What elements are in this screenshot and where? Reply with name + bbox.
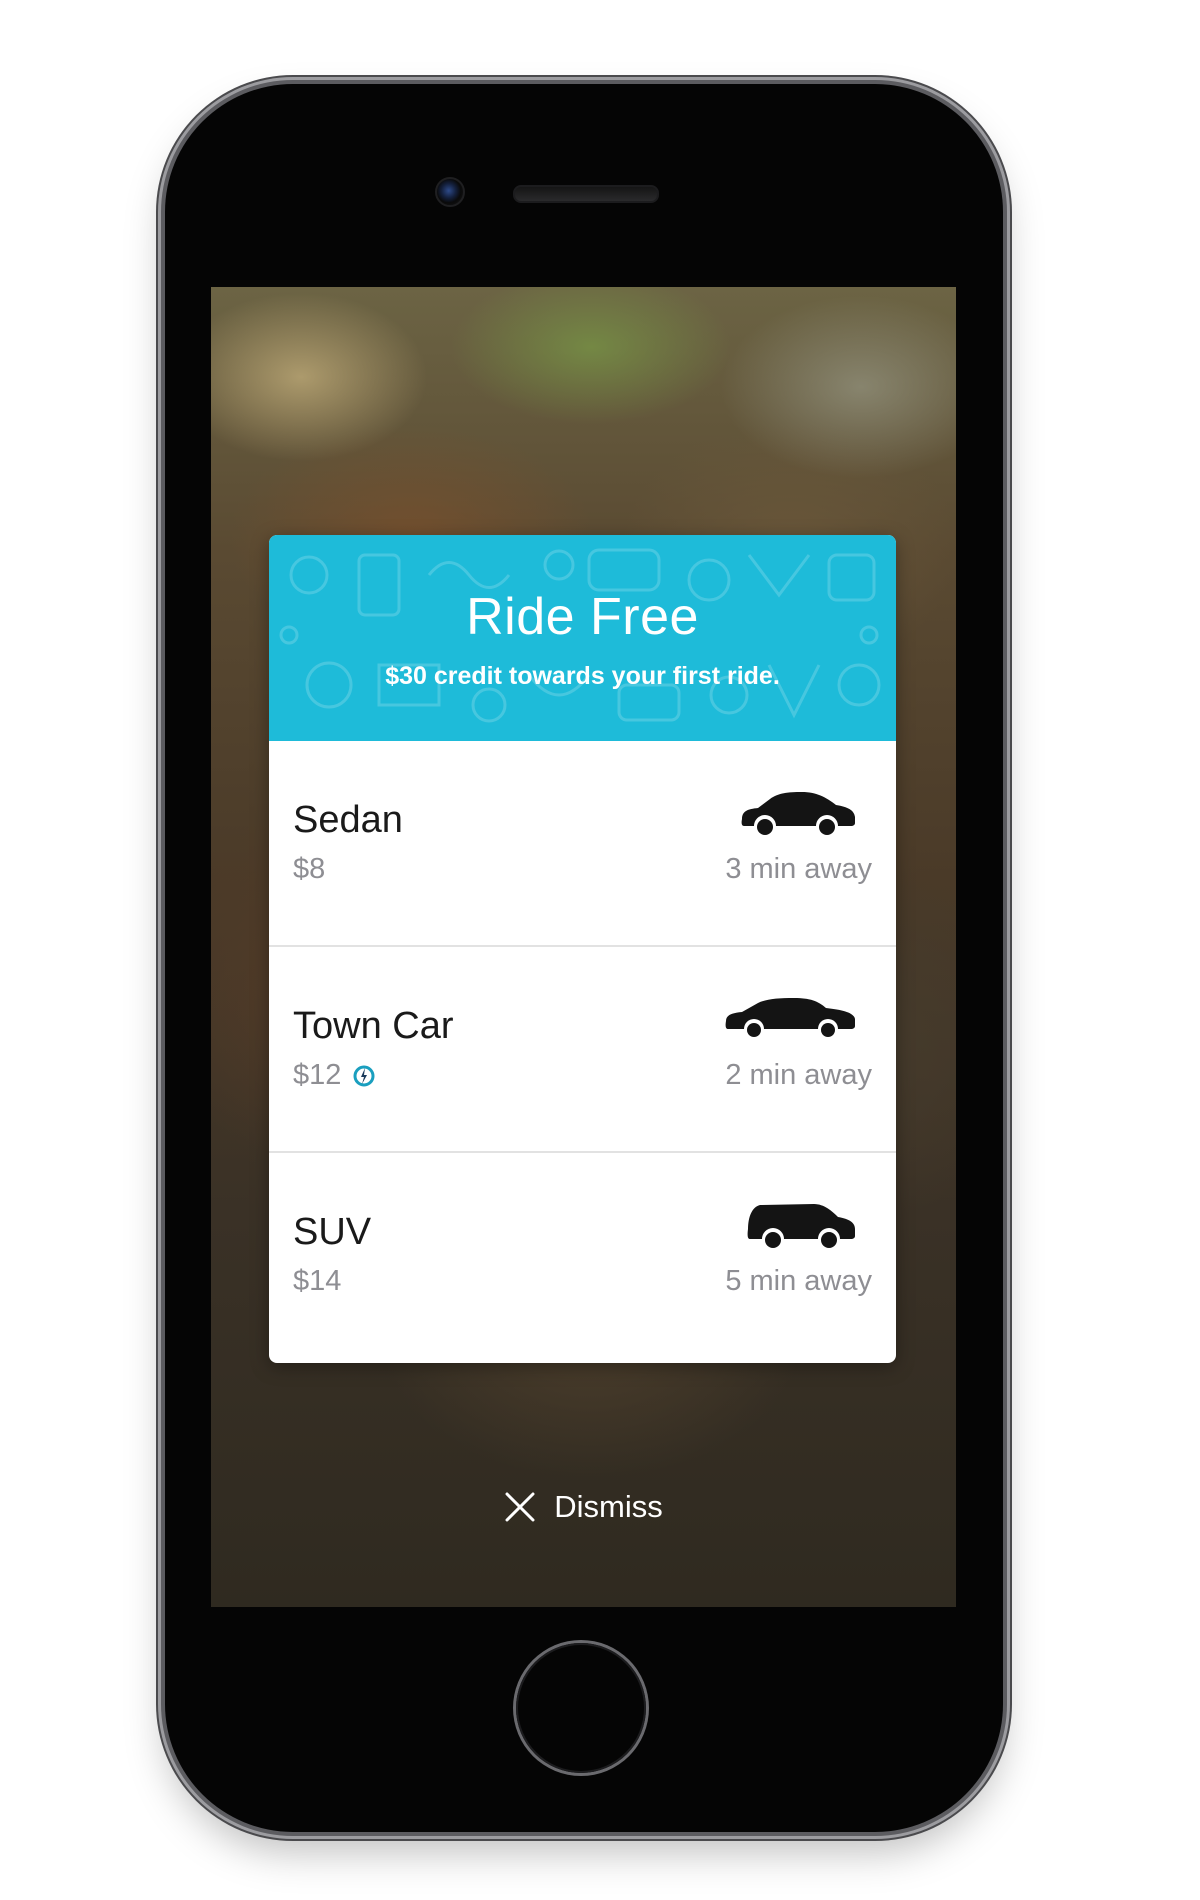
town-car-icon	[725, 998, 855, 1037]
device-mockup: Ride Free $30 credit towards your first …	[0, 0, 1200, 1900]
ride-price-value: $8	[293, 853, 326, 885]
surge-icon	[353, 1065, 375, 1086]
ride-price-value: $14	[293, 1265, 342, 1297]
dismiss-button[interactable]: Dismiss	[211, 1489, 956, 1525]
suv-car-icon	[747, 1204, 855, 1248]
promo-header: Ride Free $30 credit towards your first …	[269, 535, 896, 741]
ride-price: $14	[293, 1265, 341, 1298]
ride-name: SUV	[293, 1211, 372, 1253]
ride-eta: 5 min away	[725, 1265, 872, 1297]
front-camera	[435, 177, 465, 207]
home-button[interactable]	[516, 1643, 646, 1773]
dismiss-label: Dismiss	[554, 1489, 663, 1524]
sedan-car-icon	[741, 792, 855, 835]
ride-price: $12	[293, 1059, 375, 1092]
ride-name: Sedan	[293, 799, 403, 841]
close-icon	[505, 1492, 535, 1522]
ride-option-suv[interactable]: SUV $14 5 min away	[269, 1153, 896, 1361]
promo-title: Ride Free	[466, 588, 699, 646]
earpiece-speaker	[513, 185, 659, 203]
ride-option-town-car[interactable]: Town Car $12 2 min away	[269, 947, 896, 1153]
ride-eta: 2 min away	[725, 1059, 872, 1091]
promo-subtitle: $30 credit towards your first ride.	[385, 662, 780, 690]
ride-price-value: $12	[293, 1059, 342, 1091]
ride-eta: 3 min away	[725, 853, 872, 885]
ride-option-sedan[interactable]: Sedan $8 3 min away	[269, 741, 896, 947]
ride-promo-card: Ride Free $30 credit towards your first …	[269, 535, 896, 1363]
phone-screen: Ride Free $30 credit towards your first …	[211, 287, 956, 1607]
ride-name: Town Car	[293, 1005, 454, 1047]
ride-price: $8	[293, 853, 325, 886]
